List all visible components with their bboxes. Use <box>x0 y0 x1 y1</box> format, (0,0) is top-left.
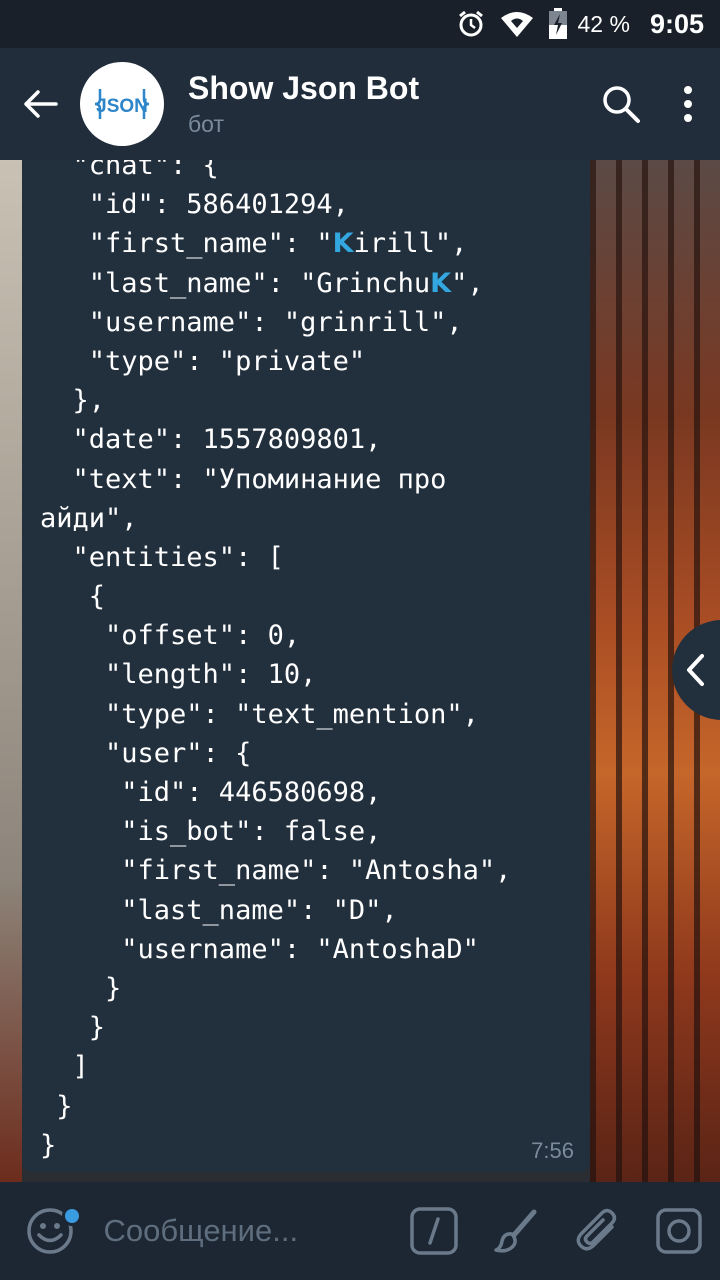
notification-dot <box>62 1206 82 1226</box>
message-input[interactable] <box>103 1201 394 1261</box>
chevron-left-icon <box>687 654 704 686</box>
wallpaper-left <box>0 160 22 1182</box>
json-line: айди", <box>40 502 138 534</box>
json-line: "type": "private" <box>40 345 366 377</box>
json-line: "last_name": "GrinchuK", <box>40 264 511 303</box>
status-bar: 42 % 9:05 <box>0 0 720 48</box>
attach-button[interactable] <box>557 1182 639 1280</box>
json-line: "id": 446580698, <box>40 777 382 808</box>
svg-text:JSON: JSON <box>96 96 148 117</box>
json-line: "first_name": "Kirill", <box>40 224 511 263</box>
json-line: }, <box>40 385 106 417</box>
brush-icon <box>494 1209 537 1253</box>
chat-subtitle: бот <box>188 111 224 137</box>
message-time: 7:56 <box>531 1138 574 1163</box>
json-line: ] <box>40 1051 89 1083</box>
paperclip-icon <box>576 1208 616 1251</box>
json-line: } <box>40 972 122 1004</box>
chat-header: JSON Show Json Bot бот <box>0 48 720 160</box>
bot-command-button[interactable] <box>394 1182 476 1280</box>
emoji-button[interactable] <box>0 1182 100 1280</box>
json-line: "date": 1557809801, <box>40 424 382 456</box>
json-line: "text": "Упоминание про <box>40 463 447 495</box>
letter-k-emoji: K <box>332 228 354 260</box>
json-line: "username": "grinrill", <box>40 306 463 338</box>
json-line: "offset": 0, <box>40 620 301 652</box>
json-line: { <box>40 581 106 613</box>
json-line: } <box>40 1090 73 1122</box>
brush-button[interactable] <box>475 1182 557 1280</box>
back-button[interactable] <box>0 48 80 160</box>
json-line: "length": 10, <box>40 659 317 691</box>
more-button[interactable] <box>656 48 720 160</box>
json-line: "entities": [ <box>40 541 284 573</box>
search-icon <box>603 86 640 123</box>
wifi-icon <box>500 10 534 38</box>
json-line: "chat": { <box>40 160 219 181</box>
letter-k-emoji: K <box>430 267 452 299</box>
camera-icon <box>656 1208 702 1254</box>
json-logo-icon: JSON <box>94 89 150 119</box>
status-time: 9:05 <box>649 8 704 39</box>
more-vert-icon <box>684 86 692 122</box>
json-line: } <box>40 1012 106 1044</box>
json-message-text: "chat": { "id": 586401294, "first_name":… <box>40 160 511 1165</box>
title-block[interactable]: Show Json Bot бот <box>188 68 586 140</box>
chat-title: Show Json Bot <box>188 70 420 106</box>
camera-button[interactable] <box>638 1182 720 1280</box>
back-arrow-icon <box>24 90 58 118</box>
json-line: } <box>40 1129 57 1161</box>
json-line: "id": 586401294, <box>40 189 349 221</box>
json-line: "user": { <box>40 737 252 769</box>
alarm-icon <box>456 9 486 39</box>
battery-icon <box>548 8 568 40</box>
slash-command-icon <box>410 1207 459 1255</box>
json-line: "is_bot": false, <box>40 816 382 848</box>
json-line: "last_name": "D", <box>40 894 398 926</box>
json-line: "type": "text_mention", <box>40 698 479 730</box>
message-input-bar <box>0 1182 720 1280</box>
chat-area[interactable]: 7:56 "chat": { "id": 586401294, "first_n… <box>0 160 720 1182</box>
avatar[interactable]: JSON <box>80 62 164 146</box>
search-button[interactable] <box>586 48 656 160</box>
json-line: "username": "AntoshaD" <box>40 933 479 965</box>
json-line: "first_name": "Antosha", <box>40 855 512 887</box>
battery-percent: 42 % <box>577 10 630 37</box>
